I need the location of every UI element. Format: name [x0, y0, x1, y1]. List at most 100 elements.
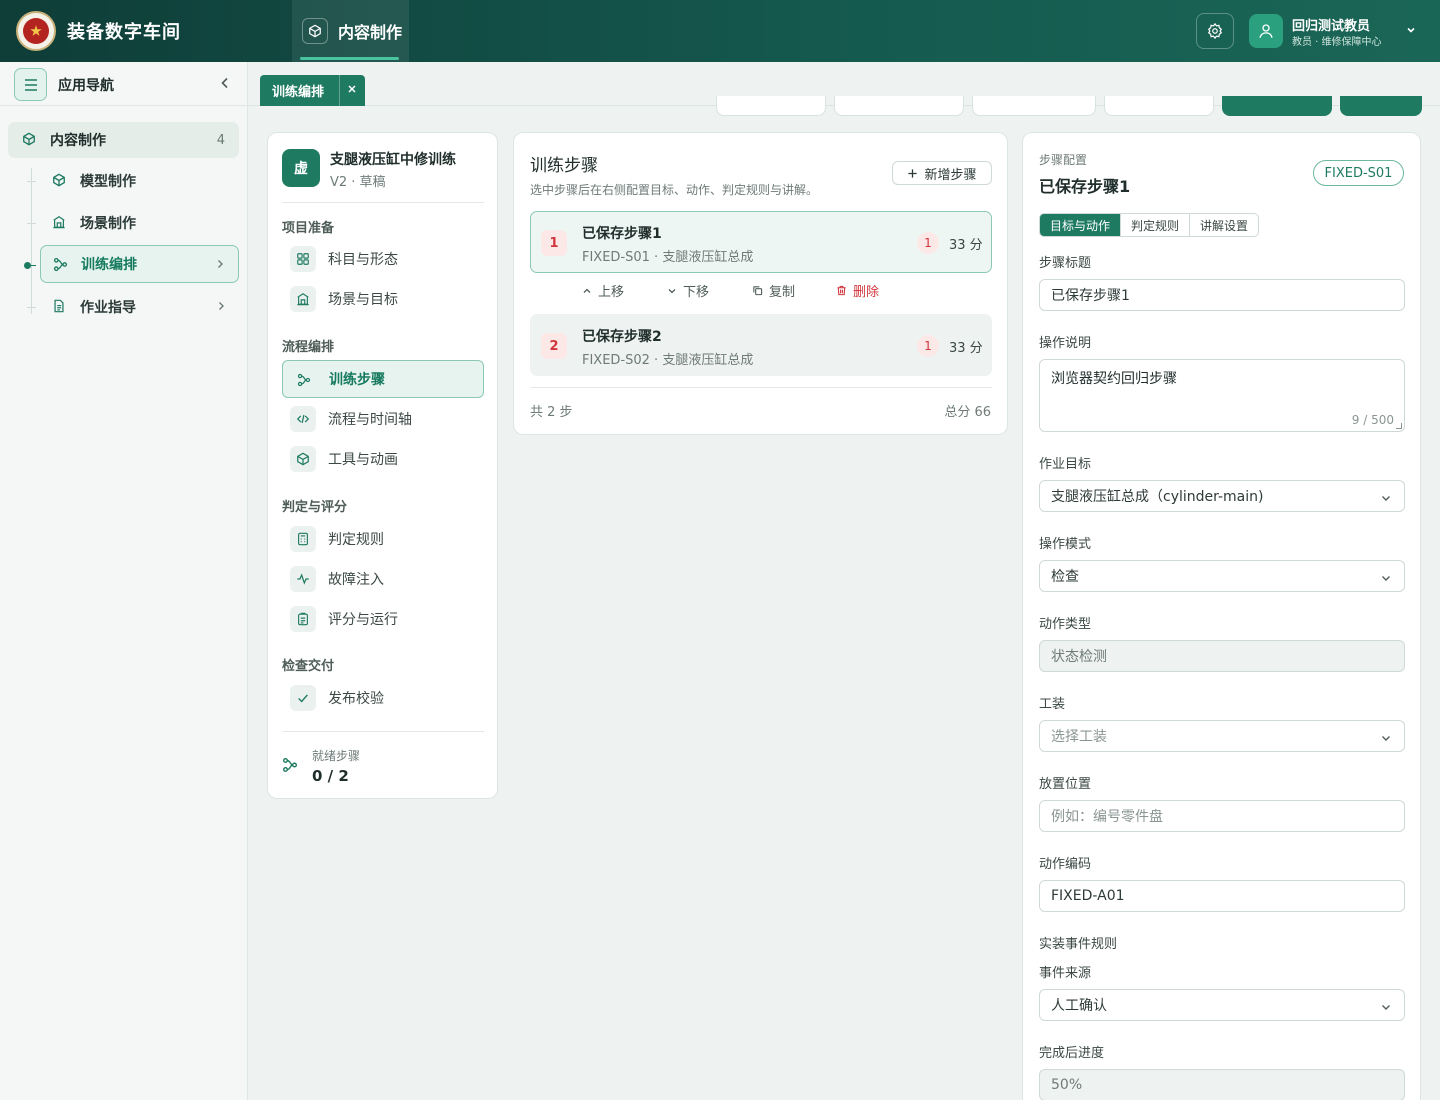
menu-icon [24, 78, 37, 91]
menu-item-judge-rules[interactable]: 判定规则 [282, 520, 484, 558]
toolbar-button-hidden[interactable] [972, 96, 1096, 116]
move-down-button[interactable]: 下移 [667, 281, 709, 300]
menu-item-scene-target[interactable]: 场景与目标 [282, 280, 484, 318]
section-title: 检查交付 [282, 659, 335, 674]
chevron-right-icon [215, 300, 227, 316]
trash-icon [837, 285, 846, 296]
action-code-input[interactable]: FIXED-A01 [1039, 880, 1405, 912]
sidebar-item-guide[interactable]: 作业指导 [40, 288, 239, 326]
nav-root-label: 内容制作 [50, 133, 106, 149]
step-title: 已保存步骤1 [582, 226, 662, 242]
chevron-up-icon [583, 288, 591, 293]
tool-select[interactable]: 选择工装 [1039, 720, 1405, 752]
action-code-label: 动作编码 [1039, 857, 1092, 872]
copy-step-button[interactable]: 复制 [752, 281, 795, 300]
cube-icon [302, 18, 328, 44]
menu-item-training-steps[interactable]: 训练步骤 [282, 360, 484, 398]
step-meta: FIXED-S02 · 支腿液压缸总成 [582, 353, 754, 368]
chevron-down-icon [1380, 492, 1392, 508]
step-item[interactable]: 2 已保存步骤2 FIXED-S02 · 支腿液压缸总成 1 33 分 [530, 314, 992, 376]
check-icon [290, 685, 316, 711]
sidebar-item-model[interactable]: 模型制作 [40, 162, 239, 200]
section-title: 流程编排 [282, 340, 335, 355]
menu-item-timeline[interactable]: 流程与时间轴 [282, 400, 484, 438]
step-item[interactable]: 1 已保存步骤1 FIXED-S01 · 支腿液压缸总成 1 33 分 [530, 211, 992, 273]
top-tab-content-production[interactable]: 内容制作 [292, 0, 409, 62]
move-up-button[interactable]: 上移 [582, 281, 624, 300]
top-bar: 装备数字车间 内容制作 回归测试教员 教员 · 维修保障中心 [0, 0, 1440, 62]
event-rule-label: 实装事件规则 [1039, 937, 1118, 952]
desc-textarea[interactable]: 浏览器契约回归步骤 9 / 500 [1039, 359, 1405, 432]
training-steps-card: 训练步骤 选中步骤后在右侧配置目标、动作、判定规则与讲解。 新增步骤 1 已保存… [513, 132, 1008, 435]
menu-item-fault-injection[interactable]: 故障注入 [282, 560, 484, 598]
toolbar-primary-button-hidden[interactable] [1222, 96, 1332, 116]
target-label: 作业目标 [1039, 457, 1092, 472]
section-title: 判定与评分 [282, 500, 348, 515]
copy-icon [753, 286, 763, 296]
flow-icon [282, 757, 298, 777]
menu-item-subject[interactable]: 科目与形态 [282, 240, 484, 278]
progress-field: 50% [1039, 1069, 1405, 1100]
close-tab-button[interactable] [346, 83, 358, 99]
action-type-field: 状态检测 [1039, 640, 1405, 672]
document-icon [52, 299, 66, 317]
tab-narration[interactable]: 讲解设置 [1190, 214, 1258, 236]
delete-step-button[interactable]: 删除 [836, 281, 879, 300]
avatar[interactable] [1249, 14, 1283, 48]
add-step-button[interactable]: 新增步骤 [892, 161, 992, 185]
steps-subtitle: 选中步骤后在右侧配置目标、动作、判定规则与讲解。 [530, 183, 819, 197]
progress-label: 完成后进度 [1039, 1046, 1105, 1061]
settings-button[interactable] [1196, 13, 1234, 49]
target-select[interactable]: 支腿液压缸总成（cylinder-main) [1039, 480, 1405, 512]
tab-judge-rules[interactable]: 判定规则 [1121, 214, 1191, 236]
mode-select[interactable]: 检查 [1039, 560, 1405, 592]
menu-item-publish-check[interactable]: 发布校验 [282, 679, 484, 717]
place-input[interactable]: 例如：编号零件盘 [1039, 800, 1405, 832]
config-title: 已保存步骤1 [1039, 177, 1131, 196]
project-name: 支腿液压缸中修训练 [330, 152, 456, 168]
steps-title: 训练步骤 [530, 156, 598, 176]
place-label: 放置位置 [1039, 777, 1092, 792]
config-caption: 步骤配置 [1039, 153, 1088, 167]
step-meta: FIXED-S01 · 支腿液压缸总成 [582, 250, 754, 265]
menu-item-tools-animation[interactable]: 工具与动画 [282, 440, 484, 478]
event-source-select[interactable]: 人工确认 [1039, 989, 1405, 1021]
code-icon [290, 406, 316, 432]
project-nav-card: 虚 支腿液压缸中修训练 V2 · 草稿 项目准备 科目与形态 场景与目标 流程编… [267, 132, 498, 799]
toolbar-primary-button-hidden[interactable] [1340, 96, 1422, 116]
menu-item-scoring[interactable]: 评分与运行 [282, 600, 484, 638]
chevron-down-icon [1380, 572, 1392, 588]
chevron-down-icon [668, 288, 676, 293]
resize-handle[interactable] [1396, 423, 1402, 429]
tab-training[interactable]: 训练编排 [260, 75, 365, 106]
ready-steps-label: 就绪步骤 [312, 749, 361, 763]
emblem-logo [16, 11, 56, 51]
event-source-label: 事件来源 [1039, 966, 1092, 981]
config-tabs: 目标与动作 判定规则 讲解设置 [1039, 213, 1260, 237]
step-title-label: 步骤标题 [1039, 256, 1092, 271]
step-title-input[interactable]: 已保存步骤1 [1039, 279, 1405, 311]
app-title: 装备数字车间 [67, 22, 181, 43]
nav-header: 应用导航 [0, 62, 247, 106]
step-score: 33 分 [949, 238, 983, 253]
user-menu-chevron[interactable] [1405, 24, 1417, 40]
sidebar-item-scene[interactable]: 场景制作 [40, 204, 239, 242]
user-role: 教员 · 维修保障中心 [1292, 37, 1382, 48]
toolbar-button-hidden[interactable] [1104, 96, 1214, 116]
user-icon [1259, 24, 1273, 38]
close-icon [348, 85, 356, 93]
collapse-nav-button[interactable] [218, 76, 232, 94]
section-title: 项目准备 [282, 221, 335, 236]
step-config-card: 步骤配置 已保存步骤1 FIXED-S01 目标与动作 判定规则 讲解设置 步骤… [1022, 132, 1421, 1100]
nav-title: 应用导航 [58, 78, 114, 94]
menu-button[interactable] [14, 68, 47, 101]
step-title: 已保存步骤2 [582, 329, 662, 345]
pulse-icon [290, 566, 316, 592]
tab-target-action[interactable]: 目标与动作 [1040, 214, 1122, 236]
sidebar-item-training[interactable]: 训练编排 [40, 245, 239, 283]
toolbar-button-hidden[interactable] [834, 96, 964, 116]
grid-icon [290, 246, 316, 272]
nav-root-content-production[interactable]: 内容制作 4 [8, 122, 239, 158]
step-number: 1 [541, 230, 567, 256]
toolbar-button-hidden[interactable] [716, 96, 826, 116]
